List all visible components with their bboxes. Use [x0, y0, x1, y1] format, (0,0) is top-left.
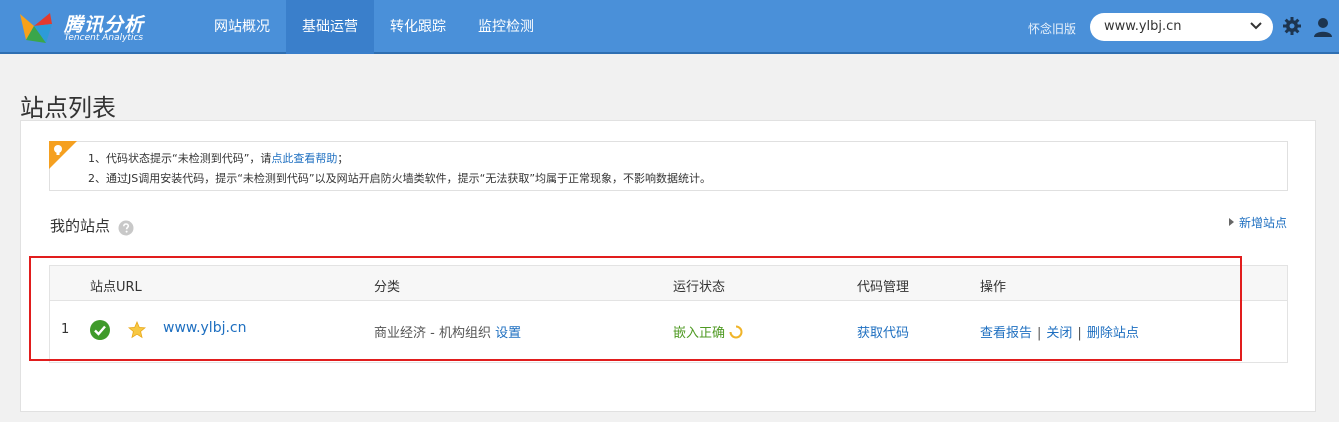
old-version-link[interactable]: 怀念旧版 — [1028, 20, 1076, 37]
question-mark-icon[interactable] — [118, 220, 134, 236]
help-link[interactable]: 点此查看帮助 — [271, 152, 337, 165]
caret-right-icon — [1229, 218, 1234, 226]
notice-line-1: 1、代码状态提示“未检测到代码”，请点此查看帮助； — [88, 150, 348, 166]
user-icon[interactable] — [1313, 17, 1333, 37]
my-sites-heading: 我的站点 — [50, 217, 111, 235]
site-selector-value: www.ylbj.cn — [1104, 19, 1182, 34]
top-navigation-bar: 腾讯分析 Tencent Analytics 网站概况 基础运营 转化跟踪 监控… — [0, 0, 1339, 54]
nav-item-monitoring[interactable]: 监控检测 — [462, 0, 550, 54]
notice-line-2: 2、通过JS调用安装代码，提示“未检测到代码”以及网站开启防火墙类软件，提示“无… — [88, 172, 712, 185]
nav-item-basic-operations[interactable]: 基础运营 — [286, 0, 374, 54]
nav-item-overview[interactable]: 网站概况 — [198, 0, 286, 54]
site-selector-dropdown[interactable]: www.ylbj.cn — [1090, 13, 1273, 41]
logo-mark-icon — [20, 13, 52, 43]
notice-box: 1、代码状态提示“未检测到代码”，请点此查看帮助； 2、通过JS调用安装代码，提… — [49, 141, 1288, 191]
add-site-button[interactable]: 新增站点 — [1229, 214, 1287, 231]
main-nav: 网站概况 基础运营 转化跟踪 监控检测 — [198, 0, 550, 54]
nav-item-conversion-tracking[interactable]: 转化跟踪 — [374, 0, 462, 54]
lightbulb-icon — [49, 141, 77, 169]
add-site-label: 新增站点 — [1239, 216, 1288, 230]
notice-line-1-text: 1、代码状态提示“未检测到代码”，请 — [88, 152, 272, 165]
page-title: 站点列表 — [20, 94, 116, 122]
notice-line-1-end: ； — [337, 152, 349, 165]
highlight-annotation-box — [29, 256, 1242, 361]
tencent-analytics-logo[interactable]: 腾讯分析 Tencent Analytics — [14, 8, 194, 48]
gear-icon[interactable] — [1283, 17, 1301, 35]
chevron-down-icon — [1250, 22, 1262, 30]
logo-english-text: Tencent Analytics — [64, 33, 144, 43]
